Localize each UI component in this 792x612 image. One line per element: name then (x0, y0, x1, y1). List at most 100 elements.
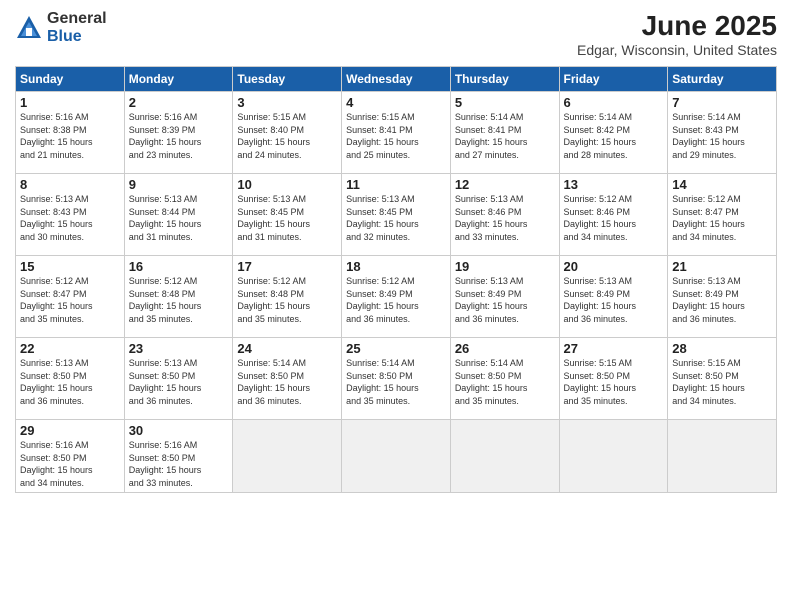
day-cell: 19Sunrise: 5:13 AM Sunset: 8:49 PM Dayli… (450, 256, 559, 338)
day-number: 12 (455, 177, 555, 192)
day-info: Sunrise: 5:13 AM Sunset: 8:46 PM Dayligh… (455, 193, 555, 243)
day-number: 4 (346, 95, 446, 110)
day-info: Sunrise: 5:15 AM Sunset: 8:41 PM Dayligh… (346, 111, 446, 161)
logo-text: General Blue (47, 10, 107, 45)
day-cell: 25Sunrise: 5:14 AM Sunset: 8:50 PM Dayli… (342, 338, 451, 420)
day-cell: 12Sunrise: 5:13 AM Sunset: 8:46 PM Dayli… (450, 174, 559, 256)
day-number: 11 (346, 177, 446, 192)
header-cell-wednesday: Wednesday (342, 67, 451, 92)
day-cell: 13Sunrise: 5:12 AM Sunset: 8:46 PM Dayli… (559, 174, 668, 256)
day-info: Sunrise: 5:13 AM Sunset: 8:49 PM Dayligh… (455, 275, 555, 325)
day-info: Sunrise: 5:14 AM Sunset: 8:50 PM Dayligh… (455, 357, 555, 407)
day-info: Sunrise: 5:14 AM Sunset: 8:41 PM Dayligh… (455, 111, 555, 161)
day-number: 16 (129, 259, 229, 274)
day-number: 26 (455, 341, 555, 356)
day-number: 3 (237, 95, 337, 110)
header-cell-tuesday: Tuesday (233, 67, 342, 92)
day-number: 20 (564, 259, 664, 274)
header-cell-monday: Monday (124, 67, 233, 92)
week-row-4: 22 Sunrise: 5:13 AM Sunset: 8:50 PM Dayli… (16, 338, 777, 420)
day-info: Sunrise: 5:12 AM Sunset: 8:47 PM Dayligh… (20, 275, 120, 325)
calendar-table: SundayMondayTuesdayWednesdayThursdayFrid… (15, 66, 777, 493)
day-cell: 23Sunrise: 5:13 AM Sunset: 8:50 PM Dayli… (124, 338, 233, 420)
day-number: 18 (346, 259, 446, 274)
day-number: 22 (20, 341, 120, 356)
day-number: 27 (564, 341, 664, 356)
day-number: 15 (20, 259, 120, 274)
day-cell: 21Sunrise: 5:13 AM Sunset: 8:49 PM Dayli… (668, 256, 777, 338)
calendar-header: SundayMondayTuesdayWednesdayThursdayFrid… (16, 67, 777, 92)
week-row-5: 29Sunrise: 5:16 AM Sunset: 8:50 PM Dayli… (16, 420, 777, 493)
day-info: Sunrise: 5:13 AM Sunset: 8:44 PM Dayligh… (129, 193, 229, 243)
calendar-body: 1Sunrise: 5:16 AM Sunset: 8:38 PM Daylig… (16, 92, 777, 493)
day-number: 14 (672, 177, 772, 192)
day-cell: 20Sunrise: 5:13 AM Sunset: 8:49 PM Dayli… (559, 256, 668, 338)
day-info: Sunrise: 5:12 AM Sunset: 8:46 PM Dayligh… (564, 193, 664, 243)
day-info: Sunrise: 5:14 AM Sunset: 8:43 PM Dayligh… (672, 111, 772, 161)
logo-icon (15, 14, 43, 42)
day-number: 19 (455, 259, 555, 274)
day-number: 24 (237, 341, 337, 356)
day-number: 9 (129, 177, 229, 192)
day-info: Sunrise: 5:12 AM Sunset: 8:47 PM Dayligh… (672, 193, 772, 243)
day-number: 7 (672, 95, 772, 110)
day-number: 30 (129, 423, 229, 438)
day-cell: 2Sunrise: 5:16 AM Sunset: 8:39 PM Daylig… (124, 92, 233, 174)
day-info: Sunrise: 5:15 AM Sunset: 8:50 PM Dayligh… (564, 357, 664, 407)
day-cell: 27Sunrise: 5:15 AM Sunset: 8:50 PM Dayli… (559, 338, 668, 420)
day-cell: 8Sunrise: 5:13 AM Sunset: 8:43 PM Daylig… (16, 174, 125, 256)
day-info: Sunrise: 5:16 AM Sunset: 8:38 PM Dayligh… (20, 111, 120, 161)
day-cell: 11Sunrise: 5:13 AM Sunset: 8:45 PM Dayli… (342, 174, 451, 256)
day-cell: 26Sunrise: 5:14 AM Sunset: 8:50 PM Dayli… (450, 338, 559, 420)
day-cell: 9Sunrise: 5:13 AM Sunset: 8:44 PM Daylig… (124, 174, 233, 256)
day-info: Sunrise: 5:13 AM Sunset: 8:45 PM Dayligh… (346, 193, 446, 243)
day-cell: 18Sunrise: 5:12 AM Sunset: 8:49 PM Dayli… (342, 256, 451, 338)
header-cell-thursday: Thursday (450, 67, 559, 92)
day-number: 2 (129, 95, 229, 110)
day-info: Sunrise: 5:14 AM Sunset: 8:42 PM Dayligh… (564, 111, 664, 161)
day-info: Sunrise: 5:12 AM Sunset: 8:48 PM Dayligh… (129, 275, 229, 325)
day-info: Sunrise: 5:12 AM Sunset: 8:48 PM Dayligh… (237, 275, 337, 325)
day-cell: 7Sunrise: 5:14 AM Sunset: 8:43 PM Daylig… (668, 92, 777, 174)
day-number: 13 (564, 177, 664, 192)
day-cell: 4Sunrise: 5:15 AM Sunset: 8:41 PM Daylig… (342, 92, 451, 174)
day-info: Sunrise: 5:16 AM Sunset: 8:50 PM Dayligh… (20, 439, 120, 489)
day-number: 8 (20, 177, 120, 192)
day-cell: 10Sunrise: 5:13 AM Sunset: 8:45 PM Dayli… (233, 174, 342, 256)
day-number: 1 (20, 95, 120, 110)
header-cell-saturday: Saturday (668, 67, 777, 92)
day-cell (559, 420, 668, 493)
subtitle: Edgar, Wisconsin, United States (577, 42, 777, 58)
day-number: 17 (237, 259, 337, 274)
week-row-3: 15Sunrise: 5:12 AM Sunset: 8:47 PM Dayli… (16, 256, 777, 338)
header-cell-sunday: Sunday (16, 67, 125, 92)
day-cell: 17Sunrise: 5:12 AM Sunset: 8:48 PM Dayli… (233, 256, 342, 338)
logo-blue-label: Blue (47, 28, 107, 46)
day-cell: 15Sunrise: 5:12 AM Sunset: 8:47 PM Dayli… (16, 256, 125, 338)
week-row-1: 1Sunrise: 5:16 AM Sunset: 8:38 PM Daylig… (16, 92, 777, 174)
day-info: Sunrise: 5:13 AM Sunset: 8:45 PM Dayligh… (237, 193, 337, 243)
day-cell: 16Sunrise: 5:12 AM Sunset: 8:48 PM Dayli… (124, 256, 233, 338)
day-cell: 3Sunrise: 5:15 AM Sunset: 8:40 PM Daylig… (233, 92, 342, 174)
day-info: Sunrise: 5:16 AM Sunset: 8:39 PM Dayligh… (129, 111, 229, 161)
day-info: Sunrise: 5:15 AM Sunset: 8:50 PM Dayligh… (672, 357, 772, 407)
day-number: 23 (129, 341, 229, 356)
header-cell-friday: Friday (559, 67, 668, 92)
day-info: Sunrise: 5:12 AM Sunset: 8:49 PM Dayligh… (346, 275, 446, 325)
day-number: 6 (564, 95, 664, 110)
day-cell: 24Sunrise: 5:14 AM Sunset: 8:50 PM Dayli… (233, 338, 342, 420)
day-cell: 29Sunrise: 5:16 AM Sunset: 8:50 PM Dayli… (16, 420, 125, 493)
day-cell: 28Sunrise: 5:15 AM Sunset: 8:50 PM Dayli… (668, 338, 777, 420)
day-info: Sunrise: 5:15 AM Sunset: 8:40 PM Dayligh… (237, 111, 337, 161)
day-cell: 30Sunrise: 5:16 AM Sunset: 8:50 PM Dayli… (124, 420, 233, 493)
main-title: June 2025 (577, 10, 777, 42)
day-cell: 14Sunrise: 5:12 AM Sunset: 8:47 PM Dayli… (668, 174, 777, 256)
logo: General Blue (15, 10, 107, 45)
day-cell (450, 420, 559, 493)
day-number: 21 (672, 259, 772, 274)
day-number: 28 (672, 341, 772, 356)
week-row-2: 8Sunrise: 5:13 AM Sunset: 8:43 PM Daylig… (16, 174, 777, 256)
day-info: Sunrise: 5:13 AM Sunset: 8:50 PM Dayligh… (129, 357, 229, 407)
day-info: Sunrise: 5:16 AM Sunset: 8:50 PM Dayligh… (129, 439, 229, 489)
day-info: Sunrise: 5:14 AM Sunset: 8:50 PM Dayligh… (237, 357, 337, 407)
